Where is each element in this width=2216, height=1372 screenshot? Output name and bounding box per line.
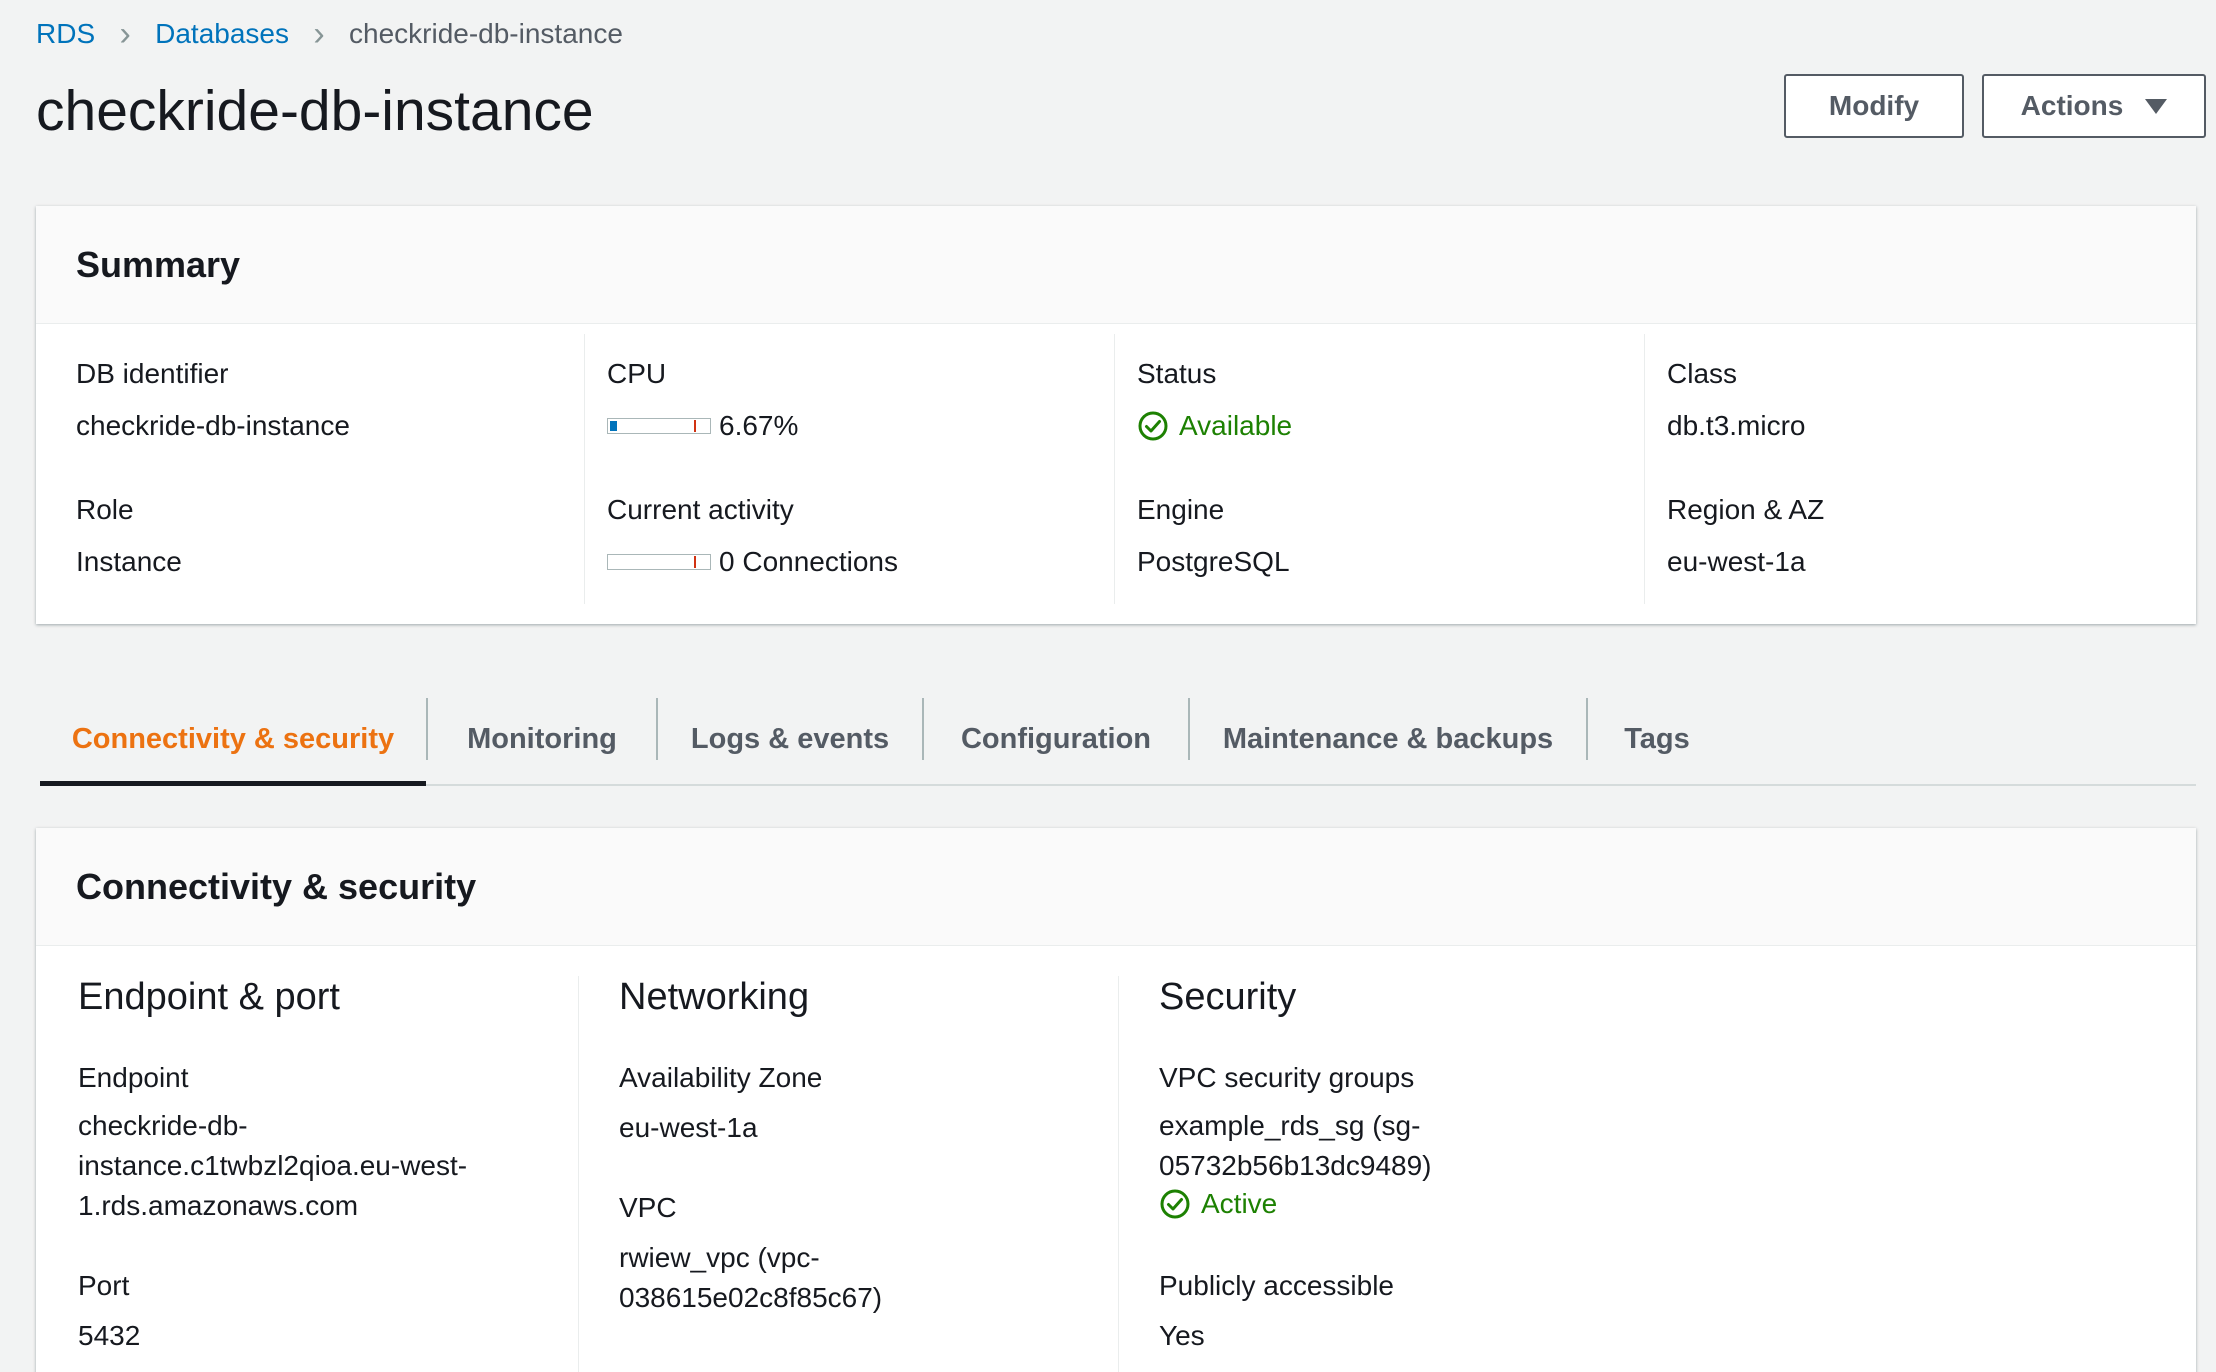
- detail-tabs: Connectivity & security Monitoring Logs …: [40, 694, 2196, 786]
- vpc-link[interactable]: rwiew_vpc (vpc- 038615e02c8f85c67): [619, 1238, 882, 1318]
- check-circle-icon: [1138, 411, 1168, 441]
- vpc-link-line: rwiew_vpc (vpc-: [619, 1242, 820, 1273]
- check-circle-icon: [1160, 1189, 1190, 1219]
- security-group-link-line: 05732b56b13dc9489): [1159, 1150, 1432, 1181]
- availability-zone-label: Availability Zone: [619, 1062, 823, 1093]
- port-value: 5432: [78, 1320, 141, 1351]
- publicly-accessible-label: Publicly accessible: [1159, 1270, 1394, 1301]
- networking-column: Networking Availability Zone eu-west-1a …: [578, 976, 1118, 1372]
- tab-configuration[interactable]: Configuration: [924, 694, 1188, 784]
- current-activity-value: 0 Connections: [719, 546, 899, 577]
- security-group-status: Active: [1159, 1188, 1277, 1220]
- breadcrumb: RDS › Databases › checkride-db-instance: [36, 14, 623, 54]
- endpoint-port-heading: Endpoint & port: [78, 976, 340, 1018]
- db-identifier-value: checkride-db-instance: [76, 410, 350, 441]
- region-az-label: Region & AZ: [1667, 494, 1825, 525]
- connectivity-security-card: Connectivity & security Endpoint & port …: [36, 828, 2196, 1372]
- port-label: Port: [78, 1270, 130, 1301]
- endpoint-line: checkride-db-: [78, 1110, 248, 1141]
- cpu-value: 6.67%: [719, 410, 799, 441]
- security-heading: Security: [1159, 976, 1297, 1018]
- summary-col-cpu: CPU 6.67% Current activity 0 Connections: [584, 334, 1114, 604]
- security-group-link[interactable]: example_rds_sg (sg- 05732b56b13dc9489): [1159, 1106, 1431, 1186]
- endpoint-port-column: Endpoint & port Endpoint checkride-db- i…: [36, 976, 578, 1372]
- publicly-accessible-value: Yes: [1159, 1320, 1205, 1351]
- region-az-value: eu-west-1a: [1667, 546, 1806, 577]
- tab-connectivity-security[interactable]: Connectivity & security: [40, 694, 426, 786]
- tab-logs-events[interactable]: Logs & events: [658, 694, 922, 784]
- status-row: Available: [1137, 410, 1292, 442]
- modify-button[interactable]: Modify: [1784, 74, 1964, 138]
- current-activity-label: Current activity: [607, 494, 794, 525]
- engine-label: Engine: [1137, 494, 1225, 525]
- security-group-status-value: Active: [1201, 1188, 1278, 1219]
- modify-button-label: Modify: [1828, 90, 1920, 121]
- summary-col-class: Class db.t3.micro Region & AZ eu-west-1a: [1644, 334, 2196, 604]
- cpu-meter-threshold: [694, 420, 696, 432]
- actions-button[interactable]: Actions: [1982, 74, 2206, 138]
- endpoint-line: instance.c1twbzl2qioa.eu-west-: [78, 1150, 468, 1181]
- page-title: checkride-db-instance: [36, 79, 594, 143]
- tab-monitoring[interactable]: Monitoring: [428, 694, 656, 784]
- cpu-meter: [607, 418, 711, 434]
- endpoint-line: 1.rds.amazonaws.com: [78, 1190, 359, 1221]
- breadcrumb-current: checkride-db-instance: [349, 18, 623, 49]
- vpc-label: VPC: [619, 1192, 677, 1223]
- tab-tags[interactable]: Tags: [1588, 694, 1726, 784]
- breadcrumb-databases-link[interactable]: Databases: [155, 18, 289, 50]
- networking-heading: Networking: [619, 976, 810, 1018]
- chevron-right-icon: ›: [119, 14, 131, 53]
- summary-col-status: Status Available Engine PostgreSQL: [1114, 334, 1644, 604]
- security-column: Security VPC security groups example_rds…: [1118, 976, 2196, 1372]
- caret-down-icon: [2145, 98, 2168, 114]
- activity-meter-row: 0 Connections: [607, 546, 898, 578]
- connectivity-security-title: Connectivity & security: [36, 828, 2196, 946]
- class-label: Class: [1667, 358, 1738, 389]
- security-group-link-line: example_rds_sg (sg-: [1159, 1110, 1421, 1141]
- status-label: Status: [1137, 358, 1217, 389]
- engine-value: PostgreSQL: [1137, 546, 1290, 577]
- actions-button-label: Actions: [2020, 90, 2124, 121]
- summary-card: Summary DB identifier checkride-db-insta…: [36, 206, 2196, 624]
- activity-meter: [607, 554, 711, 570]
- vpc-security-groups-label: VPC security groups: [1159, 1062, 1415, 1093]
- cpu-label: CPU: [607, 358, 667, 389]
- db-identifier-label: DB identifier: [76, 358, 229, 389]
- summary-col-identifier: DB identifier checkride-db-instance Role…: [36, 334, 584, 604]
- chevron-right-icon: ›: [313, 14, 325, 53]
- activity-meter-threshold: [694, 556, 696, 568]
- status-value: Available: [1179, 410, 1293, 441]
- breadcrumb-rds-link[interactable]: RDS: [36, 18, 95, 50]
- availability-zone-value: eu-west-1a: [619, 1112, 758, 1143]
- endpoint-label: Endpoint: [78, 1062, 189, 1093]
- class-value: db.t3.micro: [1667, 410, 1806, 441]
- tab-maintenance-backups[interactable]: Maintenance & backups: [1190, 694, 1586, 784]
- role-value: Instance: [76, 546, 182, 577]
- summary-title: Summary: [36, 206, 2196, 324]
- vpc-link-line: 038615e02c8f85c67): [619, 1282, 883, 1313]
- cpu-meter-fill: [610, 421, 617, 431]
- role-label: Role: [76, 494, 134, 525]
- endpoint-value: checkride-db- instance.c1twbzl2qioa.eu-w…: [78, 1106, 467, 1226]
- cpu-meter-row: 6.67%: [607, 410, 798, 442]
